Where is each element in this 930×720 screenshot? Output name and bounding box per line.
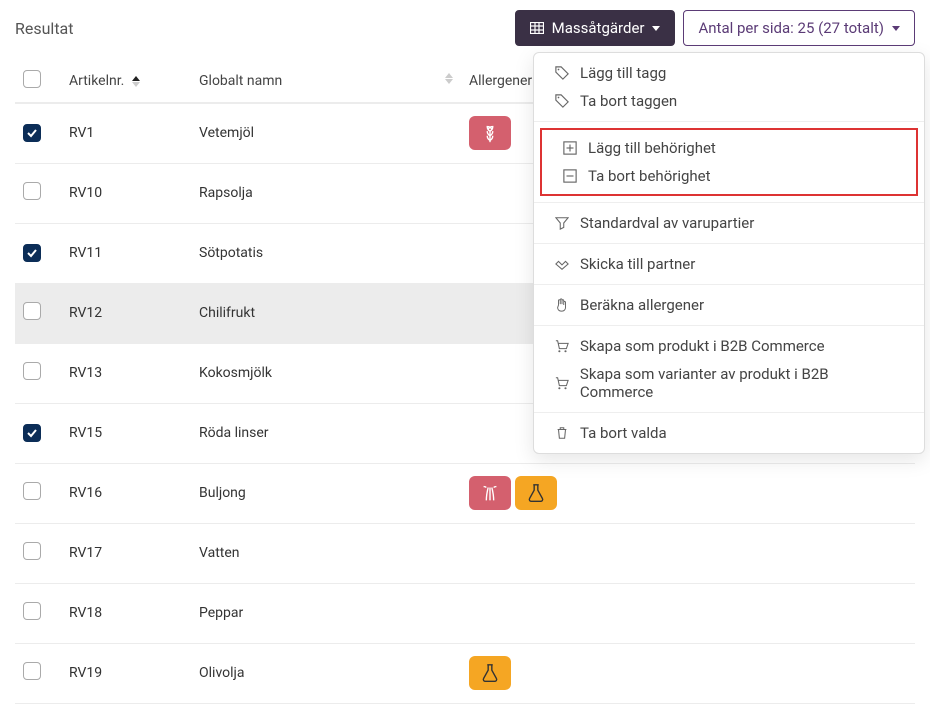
menu-label: Skicka till partner (580, 255, 695, 273)
menu-label: Ta bort behörighet (588, 167, 711, 185)
menu-create-product[interactable]: Skapa som produkt i B2B Commerce (534, 332, 924, 360)
row-checkbox[interactable] (23, 602, 41, 620)
row-checkbox[interactable] (23, 124, 41, 142)
bulk-actions-button[interactable]: Massåtgärder (515, 10, 676, 46)
col-article-no[interactable]: Artikelnr. (61, 60, 191, 103)
article-no: RV1 (69, 125, 94, 141)
menu-calc-allergens[interactable]: Beräkna allergener (534, 291, 924, 319)
chevron-down-icon (892, 26, 900, 31)
sort-indicator (445, 73, 453, 84)
wheat-icon (469, 116, 511, 150)
menu-label: Skapa som varianter av produkt i B2B Com… (580, 365, 904, 401)
col-article-no-label: Artikelnr. (69, 73, 124, 89)
cart-icon (554, 375, 570, 391)
global-name: Buljong (199, 485, 246, 501)
table-row[interactable]: RV17 Vatten (15, 523, 915, 583)
article-no: RV10 (69, 185, 102, 201)
global-name: Sötpotatis (199, 245, 263, 261)
col-allergens-label: Allergener (469, 73, 532, 89)
sort-desc-icon (132, 82, 140, 87)
sort-asc-icon (445, 73, 453, 78)
menu-add-tag[interactable]: Lägg till tagg (534, 59, 924, 87)
page-title: Resultat (15, 19, 73, 38)
menu-label: Ta bort valda (580, 424, 667, 442)
per-page-label: Antal per sida: 25 (27 totalt) (698, 19, 884, 37)
filter-icon (554, 215, 570, 231)
row-checkbox[interactable] (23, 542, 41, 560)
menu-label: Skapa som produkt i B2B Commerce (580, 337, 825, 355)
row-checkbox[interactable] (23, 424, 41, 442)
global-name: Vetemjöl (199, 125, 254, 141)
table-row[interactable]: RV19 Olivolja (15, 643, 915, 703)
global-name: Röda linser (199, 425, 269, 441)
menu-send-partner[interactable]: Skicka till partner (534, 250, 924, 278)
menu-label: Beräkna allergener (580, 296, 704, 314)
article-no: RV18 (69, 605, 102, 621)
sort-indicator (132, 76, 140, 87)
trash-icon (554, 425, 570, 441)
plus-square-icon (562, 140, 578, 156)
hand-icon (554, 297, 570, 313)
global-name: Vatten (199, 545, 240, 561)
menu-label: Lägg till tagg (580, 64, 666, 82)
table-row[interactable]: RV18 Peppar (15, 583, 915, 643)
flask-icon (515, 476, 557, 510)
row-checkbox[interactable] (23, 182, 41, 200)
article-no: RV19 (69, 665, 102, 681)
menu-remove-permission[interactable]: Ta bort behörighet (542, 162, 916, 190)
global-name: Peppar (199, 605, 243, 621)
tag-icon (554, 65, 570, 81)
article-no: RV13 (69, 365, 102, 381)
bulk-actions-label: Massåtgärder (552, 19, 645, 37)
article-no: RV15 (69, 425, 102, 441)
chevron-down-icon (652, 26, 660, 31)
minus-square-icon (562, 168, 578, 184)
article-no: RV11 (69, 245, 102, 261)
global-name: Olivolja (199, 665, 244, 681)
row-checkbox[interactable] (23, 302, 41, 320)
menu-label: Standardval av varupartier (580, 214, 754, 232)
global-name: Rapsolja (199, 185, 253, 201)
bulk-actions-menu: Lägg till tagg Ta bort taggen Lägg till … (533, 52, 925, 454)
celery-icon (469, 476, 511, 510)
tag-icon (554, 93, 570, 109)
global-name: Kokosmjölk (199, 365, 272, 381)
sort-asc-icon (132, 76, 140, 81)
toolbar: Massåtgärder Antal per sida: 25 (27 tota… (515, 10, 915, 46)
row-checkbox[interactable] (23, 662, 41, 680)
row-checkbox[interactable] (23, 362, 41, 380)
menu-label: Ta bort taggen (580, 92, 677, 110)
menu-delete-selected[interactable]: Ta bort valda (534, 419, 924, 447)
handshake-icon (554, 256, 570, 272)
global-name: Chilifrukt (199, 305, 255, 321)
menu-highlight-group: Lägg till behörighet Ta bort behörighet (540, 128, 918, 196)
menu-add-permission[interactable]: Lägg till behörighet (542, 134, 916, 162)
row-checkbox[interactable] (23, 244, 41, 262)
article-no: RV16 (69, 485, 102, 501)
menu-batch-default[interactable]: Standardval av varupartier (534, 209, 924, 237)
select-all-checkbox[interactable] (23, 70, 41, 88)
col-global-name-label: Globalt namn (199, 73, 282, 89)
per-page-button[interactable]: Antal per sida: 25 (27 totalt) (683, 10, 915, 46)
menu-remove-tag[interactable]: Ta bort taggen (534, 87, 924, 115)
grid-icon (530, 22, 544, 34)
table-row[interactable]: RV16 Buljong (15, 463, 915, 523)
article-no: RV17 (69, 545, 102, 561)
sort-desc-icon (445, 79, 453, 84)
col-global-name[interactable]: Globalt namn (191, 60, 461, 103)
menu-create-variant[interactable]: Skapa som varianter av produkt i B2B Com… (534, 360, 924, 406)
cart-icon (554, 338, 570, 354)
flask-icon (469, 656, 511, 690)
row-checkbox[interactable] (23, 482, 41, 500)
menu-label: Lägg till behörighet (588, 139, 716, 157)
article-no: RV12 (69, 305, 102, 321)
